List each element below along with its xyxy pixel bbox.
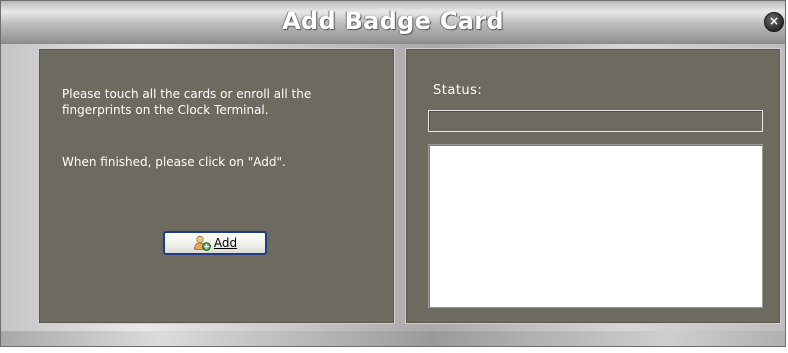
add-user-icon (193, 235, 211, 251)
add-badge-card-dialog: Add Badge Card × Please touch all the ca… (0, 0, 786, 347)
status-panel: Status: (405, 48, 781, 324)
status-progress-bar (428, 110, 763, 132)
instruction-text: Please touch all the cards or enroll all… (62, 87, 312, 117)
add-button[interactable]: Add (163, 231, 267, 255)
close-icon[interactable]: × (764, 12, 784, 32)
title-bar[interactable]: Add Badge Card × (1, 1, 785, 44)
dialog-title: Add Badge Card (282, 7, 504, 35)
add-button-label: Add (213, 236, 238, 250)
instructions-panel: Please touch all the cards or enroll all… (38, 48, 395, 324)
status-label: Status: (433, 83, 483, 98)
window-footer (1, 331, 785, 346)
status-log[interactable] (428, 144, 763, 308)
finish-instruction-text: When finished, please click on "Add". (62, 155, 286, 169)
